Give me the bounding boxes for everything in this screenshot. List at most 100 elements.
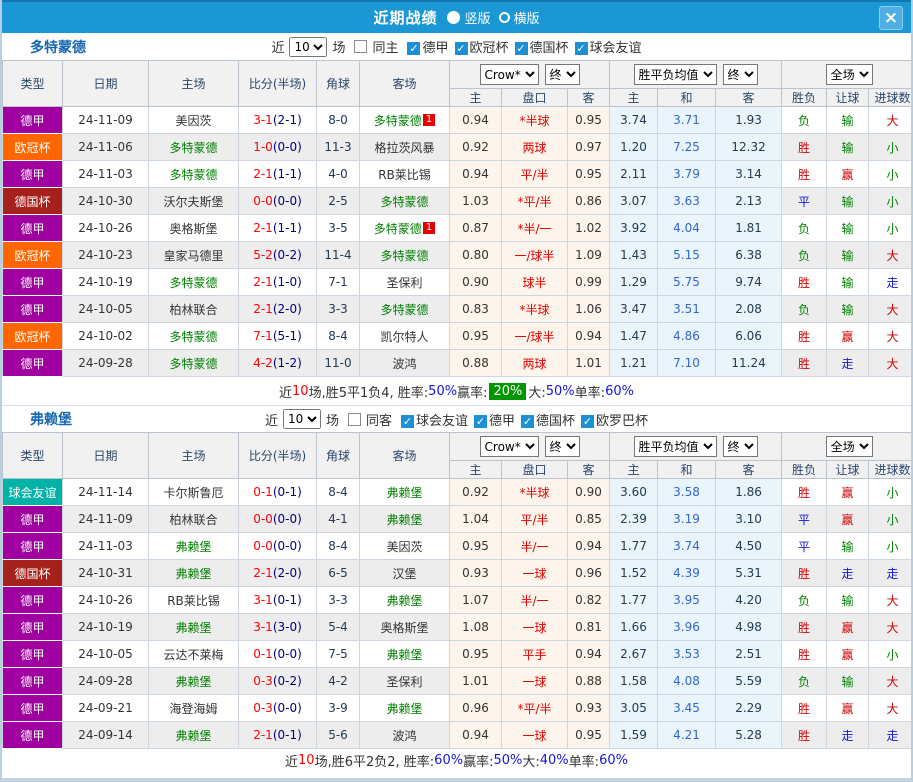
score-cell: 0-0(0-0) [239,506,317,533]
odds-home: 1.04 [450,506,502,533]
competition-label[interactable]: 欧罗巴杯 [596,414,648,429]
competition-label[interactable]: 欧冠杯 [470,41,509,56]
result-wdl: 负 [782,296,827,323]
col-away: 客场 [360,61,450,107]
sub-avg-draw: 和 [658,461,716,479]
match-row: 德甲24-11-03多特蒙德2-1(1-1)4-0RB莱比锡0.94平/半0.9… [3,161,913,188]
recent-count-select[interactable]: 10 [283,409,321,429]
half-time-score: (1-1) [273,167,302,181]
team-name: 多特蒙德 [169,168,217,182]
away-team-cell: 弗赖堡 [360,641,450,668]
team-name: 沃尔夫斯堡 [163,195,223,209]
radio-vertical-label[interactable]: 竖版 [464,8,490,27]
recent-count-select[interactable]: 10 [289,37,327,57]
score-cell: 2-1(0-1) [239,722,317,749]
col-corner: 角球 [317,61,360,107]
competition-checkbox[interactable] [515,42,528,55]
same-venue-checkbox[interactable] [348,413,361,426]
same-venue-label[interactable]: 同客 [366,410,392,429]
competition-label[interactable]: 球会友谊 [416,414,468,429]
odds-time-select[interactable]: 终 [545,436,580,457]
result-handicap: 走 [827,560,869,587]
competition-checkbox[interactable] [521,415,534,428]
scope-select[interactable]: 全场 [826,64,873,85]
full-time-score: 2-1 [253,275,273,289]
filter-bar-dortmund: 多特蒙德 近 10 场 同主 德甲欧冠杯德国杯球会友谊 [2,33,911,60]
avg-draw: 3.51 [658,296,716,323]
scope-select[interactable]: 全场 [826,436,873,457]
avg-away: 9.74 [716,269,782,296]
home-team-cell: 弗赖堡 [149,614,239,641]
handicap: 两球 [502,350,568,377]
half-time-score: (0-0) [273,647,302,661]
handicap: *平/半 [502,695,568,722]
match-row: 德甲24-11-09柏林联合0-0(0-0)4-1弗赖堡1.04平/半0.852… [3,506,913,533]
summary-segment: 20% [489,383,526,400]
match-date: 24-09-28 [63,668,149,695]
competition-checkbox[interactable] [575,42,588,55]
odds-time-select[interactable]: 终 [545,64,580,85]
team-name: 柏林联合 [169,513,217,527]
avg-away: 5.59 [716,668,782,695]
competition-label[interactable]: 德国杯 [536,414,575,429]
odds-away: 0.95 [568,107,610,134]
corner-cell: 4-2 [317,668,360,695]
corner-cell: 4-0 [317,161,360,188]
col-home: 主场 [149,433,239,479]
team-name: 多特蒙德 [169,357,217,371]
avg-home: 3.05 [610,695,658,722]
radio-vertical-icon[interactable] [447,11,460,24]
match-date: 24-11-06 [63,134,149,161]
sub-wdl: 胜负 [782,89,827,107]
same-venue-label[interactable]: 同主 [372,37,398,56]
avg-select[interactable]: 胜平负均值 [634,64,717,85]
competition-checkbox[interactable] [581,415,594,428]
league-badge: 德甲 [3,614,63,641]
competition-label[interactable]: 德甲 [422,41,448,56]
team-name: 卡尔斯鲁厄 [163,486,223,500]
avg-draw: 4.21 [658,722,716,749]
close-button[interactable]: × [879,6,903,30]
competition-checkbox[interactable] [455,42,468,55]
filter-controls: 近 10 场 同主 德甲欧冠杯德国杯球会友谊 [271,37,641,57]
odds-company-select[interactable]: Crow* [480,64,539,85]
half-time-score: (0-0) [273,701,302,715]
league-badge: 欧冠杯 [3,134,63,161]
match-date: 24-10-23 [63,242,149,269]
league-badge: 德甲 [3,350,63,377]
home-team-cell: 多特蒙德 [149,350,239,377]
team-name: 多特蒙德 [169,276,217,290]
team-name: 汉堡 [392,567,416,581]
half-time-score: (3-0) [273,620,302,634]
result-goals: 大 [869,323,913,350]
league-badge: 德甲 [3,215,63,242]
match-date: 24-11-03 [63,533,149,560]
full-time-score: 2-1 [253,221,273,235]
team-name: 奥格斯堡 [169,222,217,236]
result-goals: 走 [869,560,913,587]
radio-horizontal-label[interactable]: 横版 [514,8,540,27]
dialog-title: 近期战绩 [373,7,437,28]
competition-checkbox[interactable] [401,415,414,428]
full-time-score: 2-1 [253,302,273,316]
avg-time-select[interactable]: 终 [723,64,758,85]
corner-cell: 3-3 [317,296,360,323]
avg-home: 2.39 [610,506,658,533]
same-venue-checkbox[interactable] [354,40,367,53]
avg-home: 1.59 [610,722,658,749]
radio-horizontal-icon[interactable] [499,12,510,23]
competition-checkbox[interactable] [407,42,420,55]
avg-time-select[interactable]: 终 [723,436,758,457]
avg-away: 12.32 [716,134,782,161]
score-cell: 2-1(2-0) [239,560,317,587]
score-cell: 2-1(1-0) [239,269,317,296]
odds-company-select[interactable]: Crow* [480,436,539,457]
competition-checkbox[interactable] [474,415,487,428]
avg-select[interactable]: 胜平负均值 [634,436,717,457]
summary-segment: 单率: [575,382,605,401]
competition-label[interactable]: 德甲 [489,414,515,429]
team-name: RB莱比锡 [378,168,431,182]
competition-label[interactable]: 球会友谊 [590,41,642,56]
competition-label[interactable]: 德国杯 [530,41,569,56]
handicap: 一/球半 [502,242,568,269]
